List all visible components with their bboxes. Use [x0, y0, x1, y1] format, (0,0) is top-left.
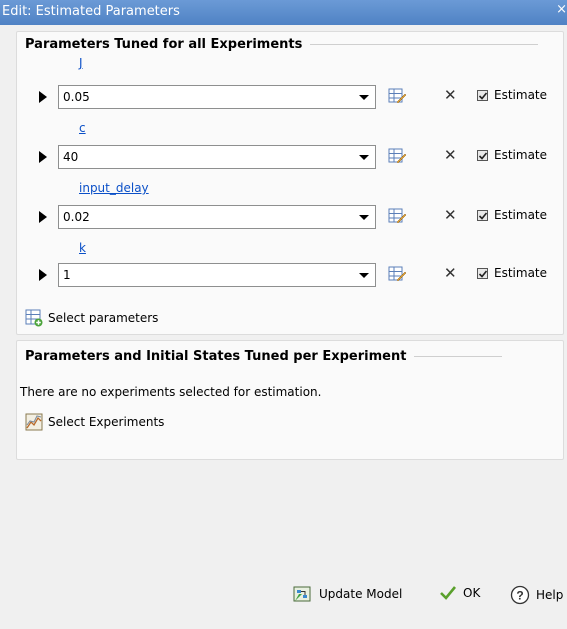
- estimate-label-input-delay: Estimate: [494, 208, 548, 222]
- select-parameters-button[interactable]: Select parameters: [25, 309, 158, 327]
- section-divider: [414, 356, 503, 357]
- pencil-table-icon[interactable]: [388, 147, 406, 165]
- x-delete-icon[interactable]: ✕: [444, 86, 457, 104]
- help-button[interactable]: ? Help: [510, 585, 567, 605]
- section-header-global: Parameters Tuned for all Experiments: [25, 37, 539, 52]
- no-experiments-message: There are no experiments selected for es…: [20, 385, 322, 399]
- update-model-icon: [293, 586, 311, 602]
- x-delete-icon[interactable]: ✕: [444, 146, 457, 164]
- expand-arrow-icon[interactable]: [39, 211, 47, 223]
- param-value-combo-c[interactable]: 40: [58, 145, 376, 169]
- param-value-input-delay: 0.02: [63, 210, 90, 224]
- select-parameters-label: Select parameters: [48, 311, 159, 325]
- chevron-down-icon[interactable]: [359, 155, 369, 160]
- param-name-c[interactable]: c: [79, 121, 86, 135]
- ok-label: OK: [463, 586, 481, 600]
- per-experiment-panel: Parameters and Initial States Tuned per …: [16, 340, 564, 460]
- section-header-per-experiment: Parameters and Initial States Tuned per …: [25, 349, 503, 364]
- pencil-table-icon[interactable]: [388, 207, 406, 225]
- estimate-checkbox-c[interactable]: [477, 150, 488, 161]
- global-parameters-panel: Parameters Tuned for all Experiments J 0…: [16, 31, 564, 335]
- section-title-global: Parameters Tuned for all Experiments: [25, 37, 303, 52]
- x-delete-icon[interactable]: ✕: [444, 206, 457, 224]
- close-icon[interactable]: ×: [556, 2, 567, 17]
- expand-arrow-icon[interactable]: [39, 269, 47, 281]
- update-model-button[interactable]: Update Model: [293, 585, 402, 603]
- pencil-table-icon[interactable]: [388, 265, 406, 283]
- select-experiments-label: Select Experiments: [48, 415, 165, 429]
- estimate-checkbox-input-delay[interactable]: [477, 210, 488, 221]
- select-experiments-button[interactable]: Select Experiments: [25, 413, 164, 431]
- window-title: Edit: Estimated Parameters: [2, 4, 180, 19]
- estimate-label-c: Estimate: [494, 148, 548, 162]
- question-circle-icon: ?: [510, 585, 530, 605]
- section-title-per-experiment: Parameters and Initial States Tuned per …: [25, 349, 407, 364]
- param-value-k: 1: [63, 268, 71, 282]
- update-model-label: Update Model: [319, 587, 403, 601]
- param-value-combo-j[interactable]: 0.05: [58, 85, 376, 109]
- estimate-checkbox-j[interactable]: [477, 90, 488, 101]
- param-name-k[interactable]: k: [79, 241, 86, 255]
- table-add-icon: [25, 309, 43, 327]
- param-name-j[interactable]: J: [79, 56, 83, 70]
- experiment-chart-icon: [25, 413, 43, 431]
- window-title-bar: Edit: Estimated Parameters ×: [0, 0, 567, 25]
- chevron-down-icon[interactable]: [359, 215, 369, 220]
- chevron-down-icon[interactable]: [359, 273, 369, 278]
- checkmark-icon: [440, 586, 457, 600]
- x-delete-icon[interactable]: ✕: [444, 264, 457, 282]
- section-divider: [310, 44, 539, 45]
- svg-text:?: ?: [516, 589, 523, 603]
- expand-arrow-icon[interactable]: [39, 91, 47, 103]
- estimate-checkbox-k[interactable]: [477, 268, 488, 279]
- expand-arrow-icon[interactable]: [39, 151, 47, 163]
- help-label: Help: [536, 588, 564, 602]
- estimate-label-j: Estimate: [494, 88, 548, 102]
- pencil-table-icon[interactable]: [388, 87, 406, 105]
- param-value-combo-input-delay[interactable]: 0.02: [58, 205, 376, 229]
- dialog-footer: Update Model OK ? Help: [0, 575, 567, 615]
- chevron-down-icon[interactable]: [359, 95, 369, 100]
- param-value-j: 0.05: [63, 90, 90, 104]
- estimate-label-k: Estimate: [494, 266, 548, 280]
- param-value-c: 40: [63, 150, 79, 164]
- param-name-input-delay[interactable]: input_delay: [79, 181, 149, 195]
- param-value-combo-k[interactable]: 1: [58, 263, 376, 287]
- ok-button[interactable]: OK: [439, 585, 480, 601]
